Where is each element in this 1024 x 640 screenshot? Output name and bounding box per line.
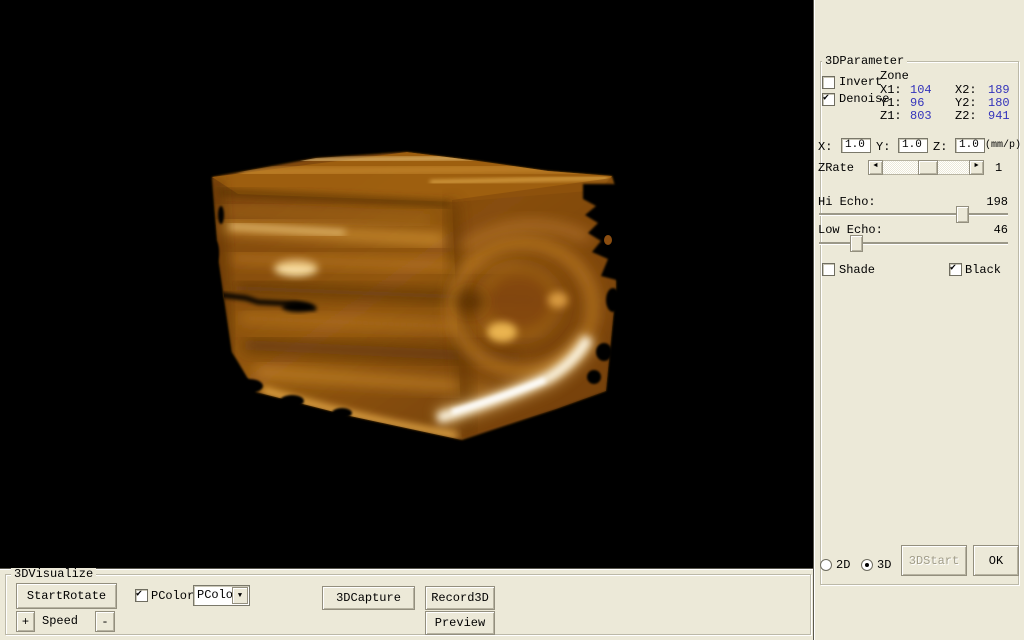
chevron-down-icon[interactable]: ▼ bbox=[232, 587, 248, 604]
scale-x-label: X: bbox=[818, 141, 832, 153]
shade-label: Shade bbox=[839, 264, 875, 276]
invert-checkbox[interactable] bbox=[822, 76, 835, 89]
parameter-group-title: 3DParameter bbox=[822, 55, 907, 67]
record-3d-button[interactable]: Record3D bbox=[425, 586, 495, 610]
denoise-checkbox[interactable] bbox=[822, 93, 835, 106]
mode-3d-radio[interactable] bbox=[861, 559, 873, 571]
pcolor-dropdown[interactable]: PColor ▼ bbox=[193, 585, 250, 606]
scale-unit-label: (mm/p) bbox=[985, 140, 1021, 152]
ok-button[interactable]: OK bbox=[973, 545, 1019, 576]
speed-plus-button[interactable]: + bbox=[16, 611, 35, 632]
black-checkbox[interactable] bbox=[949, 263, 962, 276]
zrate-value: 1 bbox=[995, 162, 1002, 174]
zone-z1-value: 803 bbox=[910, 110, 932, 122]
zone-x2-value: 189 bbox=[988, 84, 1010, 96]
capture-3d-button[interactable]: 3DCapture bbox=[322, 586, 415, 610]
low-echo-slider-track[interactable] bbox=[819, 242, 1008, 244]
zone-z1-label: Z1: bbox=[880, 110, 902, 122]
shade-checkbox[interactable] bbox=[822, 263, 835, 276]
black-label: Black bbox=[965, 264, 1001, 276]
pcolor-checkbox[interactable] bbox=[135, 589, 148, 602]
pcolor-label: PColor bbox=[151, 590, 194, 602]
zone-z2-label: Z2: bbox=[955, 110, 977, 122]
hi-echo-label: Hi Echo: bbox=[818, 196, 876, 208]
hi-echo-value: 198 bbox=[968, 196, 1008, 208]
zone-x2-label: X2: bbox=[955, 84, 977, 96]
scale-x-input[interactable] bbox=[841, 138, 871, 153]
low-echo-value: 46 bbox=[968, 224, 1008, 236]
mode-2d-label: 2D bbox=[836, 559, 850, 571]
scale-y-label: Y: bbox=[876, 141, 890, 153]
scale-z-input[interactable] bbox=[955, 138, 985, 153]
zrate-scroll-right-icon[interactable]: ► bbox=[969, 160, 984, 175]
scale-y-input[interactable] bbox=[898, 138, 928, 153]
zrate-scrollbar[interactable]: ◄ ► bbox=[868, 160, 984, 175]
hi-echo-slider-track[interactable] bbox=[819, 213, 1008, 215]
hi-echo-slider-thumb[interactable] bbox=[956, 206, 969, 223]
zone-y1-value: 96 bbox=[910, 97, 924, 109]
zone-y2-value: 180 bbox=[988, 97, 1010, 109]
mode-2d-radio[interactable] bbox=[820, 559, 832, 571]
render-viewport-3d[interactable] bbox=[0, 0, 813, 568]
zone-y1-label: Y1: bbox=[880, 97, 902, 109]
zone-y2-label: Y2: bbox=[955, 97, 977, 109]
preview-button[interactable]: Preview bbox=[425, 611, 495, 635]
scale-z-label: Z: bbox=[933, 141, 947, 153]
zone-x1-label: X1: bbox=[880, 84, 902, 96]
visualize-group-title: 3DVisualize bbox=[11, 568, 96, 580]
application-window: 3DParameter Invert Denoise Zone X1: 104 … bbox=[0, 0, 1024, 640]
zone-title: Zone bbox=[880, 70, 909, 82]
zrate-label: ZRate bbox=[818, 162, 854, 174]
zone-x1-value: 104 bbox=[910, 84, 932, 96]
mode-3d-label: 3D bbox=[877, 559, 891, 571]
start-3d-button[interactable]: 3DStart bbox=[901, 545, 967, 576]
zone-z2-value: 941 bbox=[988, 110, 1010, 122]
low-echo-slider-thumb[interactable] bbox=[850, 235, 863, 252]
zrate-scroll-left-icon[interactable]: ◄ bbox=[868, 160, 883, 175]
zrate-scroll-thumb[interactable] bbox=[918, 160, 938, 175]
speed-minus-button[interactable]: - bbox=[95, 611, 115, 632]
volume-render-image bbox=[0, 0, 813, 568]
speed-label: Speed bbox=[42, 615, 78, 627]
invert-label: Invert bbox=[839, 76, 882, 88]
start-rotate-button[interactable]: StartRotate bbox=[16, 583, 117, 609]
